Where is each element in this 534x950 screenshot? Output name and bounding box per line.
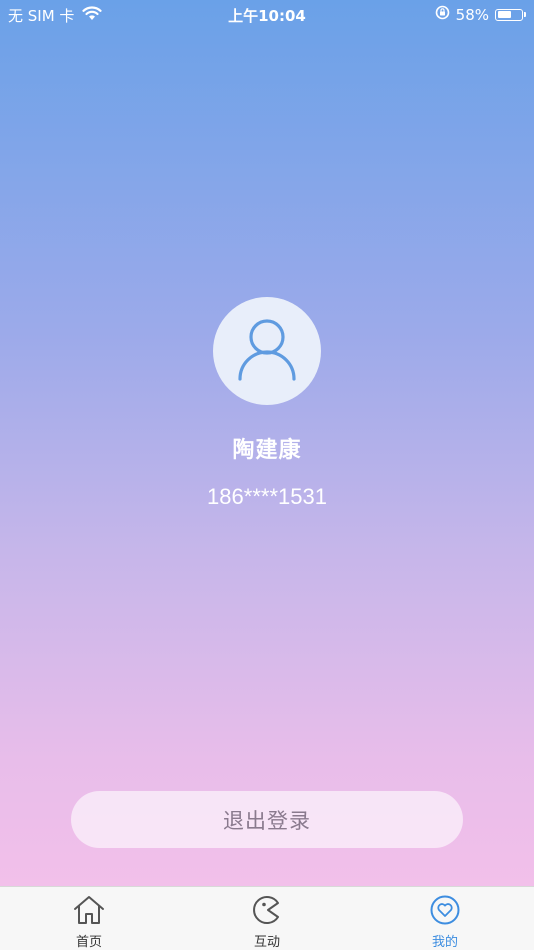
status-bar: 无 SIM 卡 上午10:04 58%	[0, 0, 534, 28]
battery-icon	[495, 8, 523, 21]
heart-icon	[429, 895, 461, 929]
tab-home[interactable]: 首页	[0, 887, 178, 950]
tab-interaction-label: 互动	[253, 935, 280, 950]
tab-interaction[interactable]: 互动	[178, 887, 356, 950]
tab-mine[interactable]: 我的	[356, 887, 534, 950]
status-right: 58%	[435, 5, 526, 24]
interaction-icon	[251, 895, 283, 929]
battery-percent: 58%	[455, 5, 489, 24]
home-icon	[72, 895, 106, 929]
tab-mine-label: 我的	[431, 935, 458, 950]
avatar[interactable]	[213, 297, 321, 405]
logout-button[interactable]: 退出登录	[71, 791, 463, 848]
profile-screen: 无 SIM 卡 上午10:04 58% 陶建康 186****1531 退出登录…	[0, 0, 534, 950]
user-name: 陶建康	[232, 438, 302, 463]
user-phone: 186****1531	[207, 484, 327, 509]
user-icon	[237, 317, 297, 385]
tab-home-label: 首页	[75, 935, 102, 950]
battery-fill	[497, 11, 511, 18]
battery-cap	[524, 12, 526, 17]
tab-bar: 首页 互动 我的	[0, 886, 534, 950]
orientation-lock-icon	[435, 5, 450, 24]
